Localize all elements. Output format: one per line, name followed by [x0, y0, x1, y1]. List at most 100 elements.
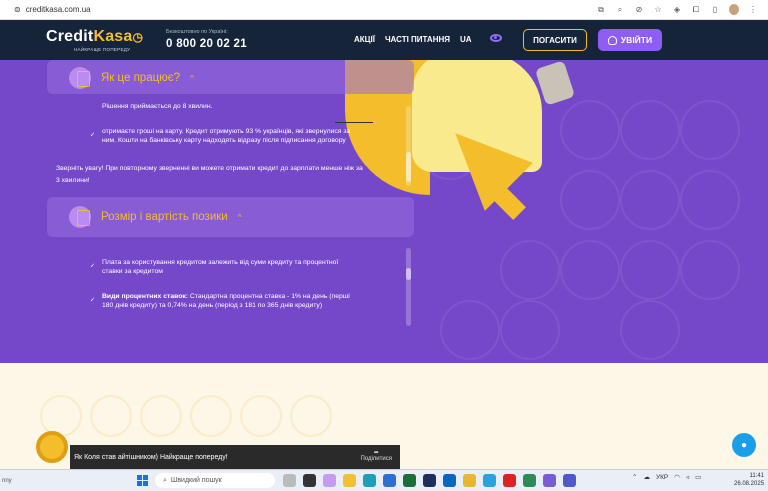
money-fan-image [534, 60, 576, 106]
bg-circle [240, 395, 282, 437]
login-label: УВІЙТИ [620, 35, 653, 45]
profile-avatar[interactable] [729, 4, 739, 15]
wifi-icon[interactable]: ◠ [674, 473, 680, 481]
search-icon: ⌕ [163, 476, 167, 484]
utorrent-icon[interactable] [523, 474, 536, 487]
bookmark-star-icon[interactable]: ☆ [653, 5, 663, 14]
logo-main-text: Credit [46, 28, 94, 45]
list-item: отримаєте гроші на карту. Кредит отримую… [90, 127, 352, 145]
battery-icon[interactable]: ▭ [695, 473, 701, 481]
browser-actions: ⧉ ⌕ ⊘ ☆ ◈ ⧠ ▯ ⋮ [596, 4, 758, 15]
list-item: Плата за користування кредитом залежить … [90, 258, 352, 276]
browser-toolbar: ⊜ creditkasa.com.ua ⧉ ⌕ ⊘ ☆ ◈ ⧠ ▯ ⋮ [0, 0, 768, 20]
viber-icon[interactable] [543, 474, 556, 487]
bg-circle [90, 395, 132, 437]
document-icon [69, 67, 91, 89]
sidebar-icon[interactable]: ▯ [710, 5, 720, 14]
cloud-icon[interactable]: ☁ [643, 473, 650, 481]
telegram-icon[interactable] [483, 474, 496, 487]
accordion-content: Рішення приймається до 8 хвилин. отримає… [90, 102, 352, 145]
bg-circle [140, 395, 182, 437]
bg-circle [560, 240, 620, 300]
login-button[interactable]: УВІЙТИ [598, 29, 662, 51]
logo-accent-text: Kasa [93, 28, 133, 45]
accordion-how-it-works[interactable]: Як це працює? ^ [47, 60, 414, 94]
chat-icon[interactable]: ● [732, 433, 756, 457]
url-text[interactable]: creditkasa.com.ua [26, 5, 91, 14]
scrollbar-track[interactable] [406, 248, 411, 326]
rates-label: Види процентних ставок: [102, 293, 189, 300]
coin-graphic [36, 431, 68, 463]
clock-date: 26.08.2025 [734, 481, 765, 487]
teams-icon[interactable] [563, 474, 576, 487]
phone-number[interactable]: 0 800 20 02 21 [166, 38, 247, 50]
install-icon[interactable]: ⧉ [596, 5, 606, 15]
video-title[interactable]: Як Коля став айтішником) Найкраще попере… [74, 454, 228, 461]
bg-circle [560, 100, 620, 160]
video-player[interactable]: Як Коля став айтішником) Найкраще попере… [70, 445, 400, 469]
site-info-icon[interactable]: ⊜ [14, 5, 21, 14]
app-l-icon[interactable] [423, 474, 436, 487]
nav-language[interactable]: UA [460, 35, 472, 44]
extension-icon[interactable]: ◈ [672, 5, 682, 14]
accordion-loan-cost[interactable]: Розмір і вартість позики ^ [47, 197, 414, 237]
calculator-icon [69, 206, 91, 228]
accordion-title: Як це працює? [101, 72, 181, 84]
opera-icon[interactable] [503, 474, 516, 487]
eye-off-icon[interactable]: ⊘ [634, 5, 644, 14]
task-view-icon[interactable] [303, 474, 316, 487]
search-placeholder: Швидкий пошук [170, 477, 222, 484]
taskbar-search[interactable]: ⌕ Швидкий пошук [155, 473, 275, 488]
phone-caption: Безкоштовно по Україні: [166, 29, 228, 35]
chrome-icon[interactable] [463, 474, 476, 487]
accordion-content: Плата за користування кредитом залежить … [90, 258, 352, 310]
site-header: CreditKasa◷ НАЙКРАЩЕ ПОПЕРЕДУ Безкоштовн… [0, 20, 768, 60]
pay-button[interactable]: ПОГАСИТИ [523, 29, 587, 51]
nav-faq[interactable]: ЧАСТІ ПИТАННЯ [385, 35, 450, 44]
menu-icon[interactable]: ⋮ [748, 5, 758, 14]
bg-circle [500, 240, 560, 300]
windows-taskbar: nny ⌕ Швидкий пошук ⌃ ☁ УКР ◠ ◃ ▭ 11:41 … [0, 469, 768, 491]
logo-coin-icon: ◷ [132, 30, 144, 44]
share-button[interactable]: ➦ Поділитися [360, 449, 392, 462]
video-section: Як Коля став айтішником) Найкраще попере… [0, 363, 768, 469]
puzzle-icon[interactable]: ⧠ [691, 5, 701, 15]
dropbox-icon[interactable] [443, 474, 456, 487]
copilot-icon[interactable] [323, 474, 336, 487]
accessibility-eye-icon[interactable] [490, 34, 502, 42]
bg-circle [440, 300, 500, 360]
chevron-up-icon: ^ [237, 212, 242, 222]
system-tray: ⌃ ☁ УКР ◠ ◃ ▭ [632, 473, 701, 482]
nav-promotions[interactable]: АКЦІЇ [354, 35, 375, 44]
photos-icon[interactable] [403, 474, 416, 487]
scrollbar-thumb[interactable] [406, 152, 411, 182]
windows-start-icon[interactable] [137, 475, 148, 486]
zoom-icon[interactable]: ⌕ [615, 5, 625, 15]
clock-time: 11:41 [749, 473, 765, 479]
bg-circle [620, 100, 680, 160]
store-icon[interactable] [383, 474, 396, 487]
bg-circle [680, 170, 740, 230]
bg-circle [500, 300, 560, 360]
phone-block: Безкоштовно по Україні: 0 800 20 02 21 [166, 29, 247, 50]
widgets-icon[interactable] [283, 474, 296, 487]
address-bar[interactable]: ⊜ creditkasa.com.ua [14, 5, 596, 14]
scrollbar-thumb[interactable] [406, 268, 411, 280]
bg-circle [680, 100, 740, 160]
language-indicator[interactable]: УКР [656, 474, 668, 481]
clock[interactable]: 11:41 26.08.2025 [734, 472, 764, 488]
bg-circle [620, 300, 680, 360]
edge-icon[interactable] [363, 474, 376, 487]
accordion-header[interactable]: Розмір і вартість позики ^ [47, 197, 414, 237]
list-item: Рішення приймається до 8 хвилин. [102, 103, 213, 110]
file-explorer-icon[interactable] [343, 474, 356, 487]
chevron-up-icon: ^ [190, 73, 194, 83]
bg-circle [290, 395, 332, 437]
chevron-up-icon[interactable]: ⌃ [632, 473, 637, 481]
notice-text: Зверніть увагу! При повторному зверненні… [56, 165, 363, 184]
volume-icon[interactable]: ◃ [686, 473, 689, 481]
accordion-header[interactable]: Як це працює? ^ [47, 60, 414, 96]
weather-widget[interactable]: nny [2, 478, 12, 484]
divider [335, 122, 373, 123]
logo[interactable]: CreditKasa◷ [46, 28, 143, 46]
